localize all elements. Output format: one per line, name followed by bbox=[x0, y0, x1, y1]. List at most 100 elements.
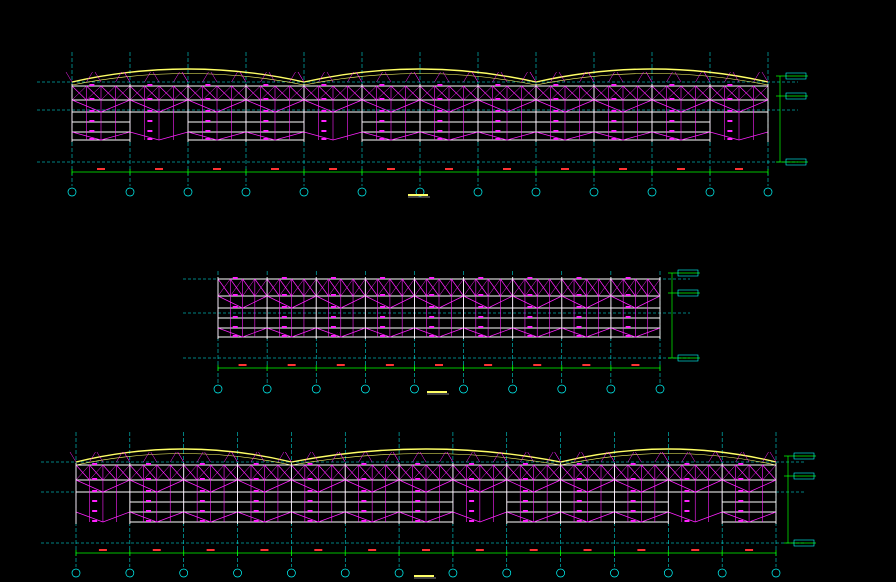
dimension-text-mark bbox=[533, 364, 542, 366]
member-tag bbox=[307, 520, 313, 522]
member-tag bbox=[380, 326, 386, 328]
roof-strut bbox=[674, 71, 682, 83]
member-tag bbox=[415, 463, 421, 465]
grid-bubble bbox=[459, 384, 468, 394]
member-tag bbox=[321, 98, 327, 100]
member-tag bbox=[738, 510, 744, 512]
member-tag bbox=[92, 478, 98, 480]
roof-strut bbox=[616, 71, 624, 83]
member-tag bbox=[437, 98, 443, 100]
grid-bubble bbox=[717, 568, 727, 578]
cad-drawing-canvas[interactable] bbox=[0, 0, 896, 582]
member-tag bbox=[146, 478, 151, 480]
dimension-text-mark bbox=[314, 549, 323, 551]
member-tag bbox=[437, 130, 443, 132]
grid-bubble bbox=[556, 568, 565, 578]
dimension-text-mark bbox=[677, 168, 685, 170]
member-tag bbox=[669, 110, 675, 112]
member-tag bbox=[669, 138, 675, 140]
member-tag bbox=[307, 490, 313, 492]
member-tag bbox=[611, 98, 617, 100]
member-tag bbox=[380, 306, 386, 308]
member-tag bbox=[307, 478, 313, 480]
member-tag bbox=[379, 98, 385, 100]
roof-arch bbox=[291, 448, 561, 463]
member-tag bbox=[92, 490, 98, 492]
member-tag bbox=[478, 335, 484, 337]
member-tag bbox=[232, 277, 238, 279]
member-tag bbox=[253, 500, 259, 502]
elevation-drawing-2 bbox=[183, 269, 700, 395]
roof-strut bbox=[703, 71, 711, 83]
grid-bubble bbox=[233, 568, 242, 578]
member-tag bbox=[469, 510, 475, 512]
member-tag bbox=[576, 316, 582, 318]
member-tag bbox=[495, 120, 501, 122]
dimension-text-mark bbox=[271, 168, 279, 170]
member-tag bbox=[147, 120, 153, 122]
grid-bubble bbox=[473, 187, 483, 197]
grid-bubble bbox=[606, 384, 616, 394]
member-tag bbox=[321, 110, 327, 112]
roof-strut bbox=[150, 451, 157, 463]
roof-strut bbox=[210, 71, 218, 83]
dimension-text-mark bbox=[387, 168, 395, 170]
member-tag bbox=[469, 500, 475, 502]
grid-bubble bbox=[610, 568, 619, 578]
member-tag bbox=[527, 294, 533, 296]
member-tag bbox=[307, 463, 313, 465]
member-tag bbox=[527, 306, 533, 308]
member-tag bbox=[307, 500, 313, 502]
grid-bubble bbox=[663, 568, 673, 578]
member-tag bbox=[469, 520, 475, 522]
member-tag bbox=[478, 316, 484, 318]
member-tag bbox=[727, 110, 733, 112]
member-tag bbox=[669, 130, 675, 132]
roof-strut bbox=[152, 71, 160, 83]
member-tag bbox=[553, 84, 559, 86]
roof-strut bbox=[143, 451, 150, 463]
roof-strut bbox=[446, 451, 454, 463]
dimension-text-mark bbox=[368, 549, 377, 551]
member-tag bbox=[380, 294, 386, 296]
member-tag bbox=[92, 463, 98, 465]
dimension-text-mark bbox=[503, 168, 511, 170]
grid-bubble bbox=[647, 187, 657, 197]
member-tag bbox=[727, 130, 733, 132]
grid-bubble bbox=[589, 187, 599, 197]
member-tag bbox=[146, 500, 151, 502]
drawing-title-mark bbox=[427, 391, 447, 393]
member-tag bbox=[553, 138, 559, 140]
member-tag bbox=[478, 326, 484, 328]
member-tag bbox=[321, 130, 327, 132]
grid-bubble bbox=[340, 568, 350, 578]
member-tag bbox=[205, 130, 211, 132]
dimension-text-mark bbox=[152, 549, 161, 551]
roof-strut bbox=[627, 451, 635, 463]
dimension-text-mark bbox=[631, 364, 640, 366]
member-tag bbox=[576, 500, 582, 502]
grid-bubble bbox=[360, 384, 370, 394]
member-tag bbox=[330, 316, 336, 318]
member-tag bbox=[361, 463, 367, 465]
member-tag bbox=[205, 138, 211, 140]
member-tag bbox=[205, 110, 211, 112]
roof-strut bbox=[86, 71, 93, 83]
member-tag bbox=[522, 510, 528, 512]
member-tag bbox=[253, 510, 259, 512]
member-tag bbox=[330, 306, 336, 308]
elevation-drawing-1 bbox=[37, 52, 808, 198]
roof-strut bbox=[89, 451, 96, 463]
roof-strut bbox=[331, 451, 338, 463]
roof-strut bbox=[239, 71, 247, 83]
member-tag bbox=[630, 463, 636, 465]
member-tag bbox=[380, 316, 386, 318]
dimension-text-mark bbox=[97, 168, 105, 170]
member-tag bbox=[576, 306, 582, 308]
member-tag bbox=[630, 478, 636, 480]
grid-bubble bbox=[125, 187, 135, 197]
member-tag bbox=[611, 110, 617, 112]
member-tag bbox=[437, 120, 443, 122]
member-tag bbox=[330, 326, 336, 328]
member-tag bbox=[379, 138, 385, 140]
